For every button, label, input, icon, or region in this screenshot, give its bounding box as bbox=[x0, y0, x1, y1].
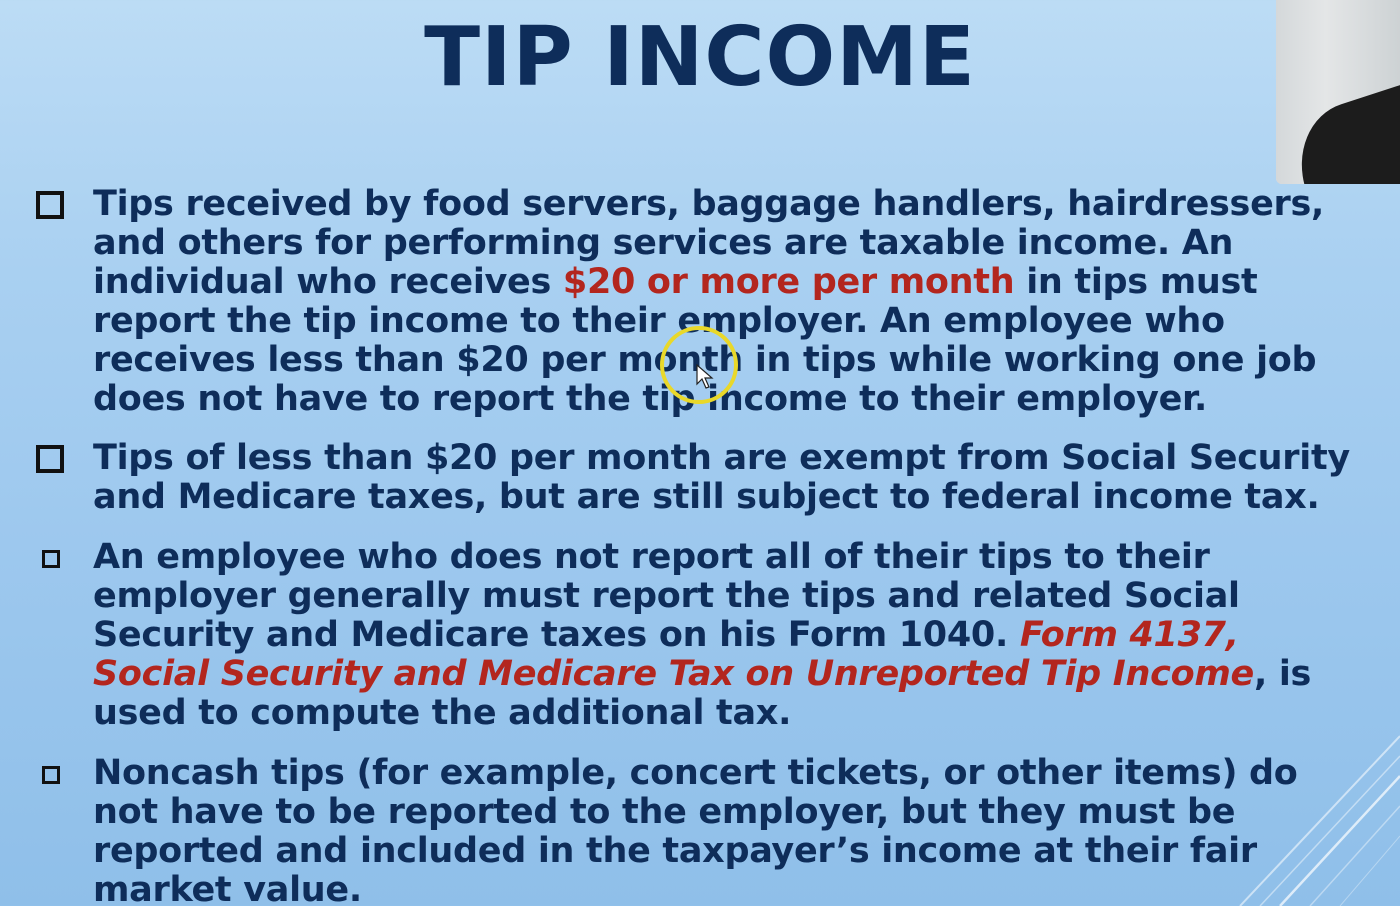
highlight-threshold: $20 or more per month bbox=[562, 262, 1015, 302]
mouse-cursor-icon bbox=[696, 364, 714, 389]
bullet-text: An employee who does not report all of t… bbox=[93, 538, 1366, 733]
webcam-video-overlay bbox=[1276, 0, 1400, 184]
bullet-item-noncash-tips: Noncash tips (for example, concert ticke… bbox=[36, 754, 1366, 906]
bullet-item-unreported-tips: An employee who does not report all of t… bbox=[36, 538, 1366, 733]
hollow-square-bullet-icon bbox=[42, 766, 60, 784]
hollow-square-bullet-icon bbox=[36, 191, 64, 219]
slide-title: TIP INCOME bbox=[424, 10, 976, 105]
bullet-item-tips-exempt: Tips of less than $20 per month are exem… bbox=[36, 439, 1366, 517]
bullet-text: Tips of less than $20 per month are exem… bbox=[93, 438, 1350, 517]
hollow-square-bullet-icon bbox=[42, 550, 60, 568]
decorative-lines bbox=[1239, 735, 1400, 906]
bullet-text: Noncash tips (for example, concert ticke… bbox=[93, 753, 1298, 906]
hollow-square-bullet-icon bbox=[36, 445, 64, 473]
